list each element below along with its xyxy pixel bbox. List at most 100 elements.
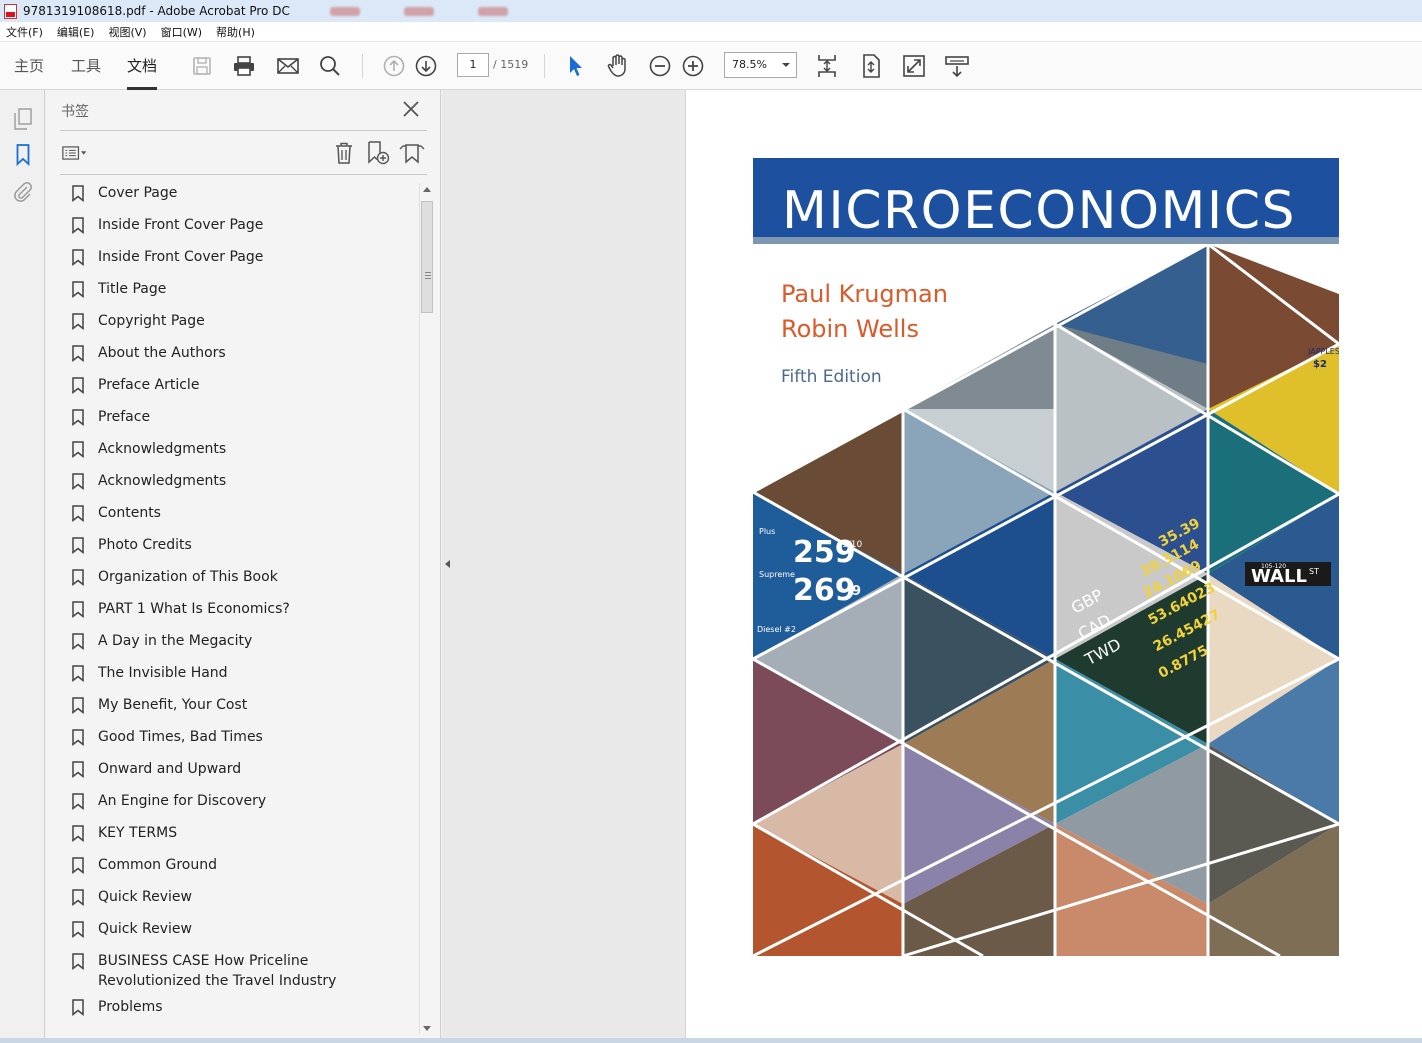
author-name: Paul Krugman <box>781 280 948 308</box>
bookmark-item[interactable]: A Day in the Megacity <box>60 631 416 663</box>
menu-help[interactable]: 帮助(H) <box>216 24 255 40</box>
cover-photo-collage: 259 269 9/10 9 Plus Supreme Diesel #2 WA… <box>753 244 1339 956</box>
bookmark-label: Title Page <box>98 281 167 297</box>
tab-home[interactable]: 主页 <box>14 42 44 90</box>
bookmark-label: PART 1 What Is Economics? <box>98 601 290 617</box>
bookmark-icon <box>72 729 84 746</box>
page-thumbnails-icon[interactable] <box>11 107 35 131</box>
bookmark-label: Organization of This Book <box>98 569 278 585</box>
divider <box>60 130 427 131</box>
bookmark-item[interactable]: Common Ground <box>60 855 416 887</box>
full-screen-icon[interactable] <box>902 54 926 78</box>
bookmark-item[interactable]: Organization of This Book <box>60 567 416 599</box>
bookmark-item[interactable]: About the Authors <box>60 343 416 375</box>
attachments-icon[interactable] <box>11 179 35 203</box>
bookmark-label: Photo Credits <box>98 537 192 553</box>
bookmark-item[interactable]: Photo Credits <box>60 535 416 567</box>
scroll-down-arrow[interactable] <box>423 1026 431 1031</box>
bookmark-item[interactable]: BUSINESS CASE How Priceline Revolutioniz… <box>60 951 416 997</box>
window-title: 9781319108618.pdf - Adobe Acrobat Pro DC <box>23 4 290 18</box>
menu-edit[interactable]: 编辑(E) <box>57 24 95 40</box>
toolbar: 主页 工具 文档 <box>0 42 1422 90</box>
search-icon[interactable] <box>318 54 342 78</box>
bookmark-item[interactable]: PART 1 What Is Economics? <box>60 599 416 631</box>
market-stall-sign: JAPPLES <box>1307 347 1339 356</box>
bookmark-item[interactable]: Preface <box>60 407 416 439</box>
zoom-select[interactable]: 78.5% <box>724 52 797 78</box>
bookmark-item[interactable]: Copyright Page <box>60 311 416 343</box>
bottom-edge <box>0 1038 1422 1043</box>
tab-tools[interactable]: 工具 <box>71 42 101 90</box>
save-icon[interactable] <box>190 54 214 78</box>
bookmark-item[interactable]: Onward and Upward <box>60 759 416 791</box>
bookmark-item[interactable]: Inside Front Cover Page <box>60 215 416 247</box>
bookmark-item[interactable]: Inside Front Cover Page <box>60 247 416 279</box>
bookmark-options-icon[interactable] <box>62 140 88 166</box>
new-bookmark-icon[interactable] <box>365 140 391 166</box>
bookmark-icon <box>72 793 84 810</box>
bookmark-item[interactable]: Good Times, Bad Times <box>60 727 416 759</box>
bookmark-item[interactable]: KEY TERMS <box>60 823 416 855</box>
bookmark-icon <box>72 377 84 394</box>
bookmark-label: Problems <box>98 999 163 1015</box>
toolbar-separator <box>362 54 363 78</box>
bookmark-icon <box>72 409 84 426</box>
bookmark-item[interactable]: Acknowledgments <box>60 439 416 471</box>
bookmark-label: Onward and Upward <box>98 761 242 777</box>
bookmark-icon <box>72 921 84 938</box>
bookmark-from-structure-icon[interactable] <box>399 140 425 166</box>
close-icon[interactable] <box>401 99 421 119</box>
bookmark-item[interactable]: The Invisible Hand <box>60 663 416 695</box>
menu-window[interactable]: 窗口(W) <box>161 24 202 40</box>
bookmark-item[interactable]: An Engine for Discovery <box>60 791 416 823</box>
bookmark-item[interactable]: Problems <box>60 997 416 1029</box>
gas-grade-3: Diesel #2 <box>757 625 796 634</box>
trash-icon[interactable] <box>331 140 357 166</box>
zoom-out-icon[interactable] <box>648 54 672 78</box>
bookmark-item[interactable]: Quick Review <box>60 887 416 919</box>
scroll-up-arrow[interactable] <box>423 187 431 192</box>
gas-price-1-fraction: 9/10 <box>842 540 862 550</box>
bookmark-item[interactable]: My Benefit, Your Cost <box>60 695 416 727</box>
print-icon[interactable] <box>232 54 256 78</box>
read-mode-icon[interactable] <box>945 54 969 78</box>
navigation-rail <box>0 90 45 1043</box>
page-down-icon[interactable] <box>414 54 438 78</box>
bookmark-item[interactable]: Quick Review <box>60 919 416 951</box>
page-number-input[interactable]: 1 <box>457 53 489 77</box>
cover-title: MICROECONOMICS <box>782 181 1297 241</box>
menu-file[interactable]: 文件(F) <box>6 24 43 40</box>
bookmarks-icon[interactable] <box>11 143 35 167</box>
page-up-icon[interactable] <box>382 54 406 78</box>
email-icon[interactable] <box>276 54 300 78</box>
gas-grade-2: Supreme <box>759 570 795 579</box>
bookmark-icon <box>72 999 84 1016</box>
gas-price-2-fraction: 9 <box>852 584 861 599</box>
collapse-panel-arrow[interactable] <box>445 560 450 568</box>
zoom-value: 78.5% <box>732 58 767 71</box>
wall-st-sign-suffix: ST <box>1309 567 1319 576</box>
bookmark-icon <box>72 313 84 330</box>
bookmark-icon <box>72 345 84 362</box>
bookmark-icon <box>72 473 84 490</box>
bookmark-label: My Benefit, Your Cost <box>98 697 248 713</box>
toolbar-separator <box>544 54 545 78</box>
bookmark-item[interactable]: Cover Page <box>60 183 416 215</box>
bookmark-label: About the Authors <box>98 345 226 361</box>
fit-page-icon[interactable] <box>815 54 839 78</box>
select-cursor-icon[interactable] <box>563 54 587 78</box>
scroll-thumb[interactable] <box>421 201 433 313</box>
tab-document[interactable]: 文档 <box>127 42 158 90</box>
bookmark-item[interactable]: Acknowledgments <box>60 471 416 503</box>
panel-title: 书签 <box>61 104 89 120</box>
hand-tool-icon[interactable] <box>606 54 630 78</box>
bookmark-item[interactable]: Title Page <box>60 279 416 311</box>
market-stall-price: $2 <box>1313 359 1327 370</box>
bookmark-item[interactable]: Contents <box>60 503 416 535</box>
menu-view[interactable]: 视图(V) <box>108 24 146 40</box>
bookmark-label: BUSINESS CASE How Priceline Revolutioniz… <box>98 953 337 989</box>
zoom-in-icon[interactable] <box>681 54 705 78</box>
bookmark-scrollbar[interactable] <box>419 183 433 1034</box>
scroll-mode-icon[interactable] <box>859 54 883 78</box>
bookmark-item[interactable]: Preface Article <box>60 375 416 407</box>
